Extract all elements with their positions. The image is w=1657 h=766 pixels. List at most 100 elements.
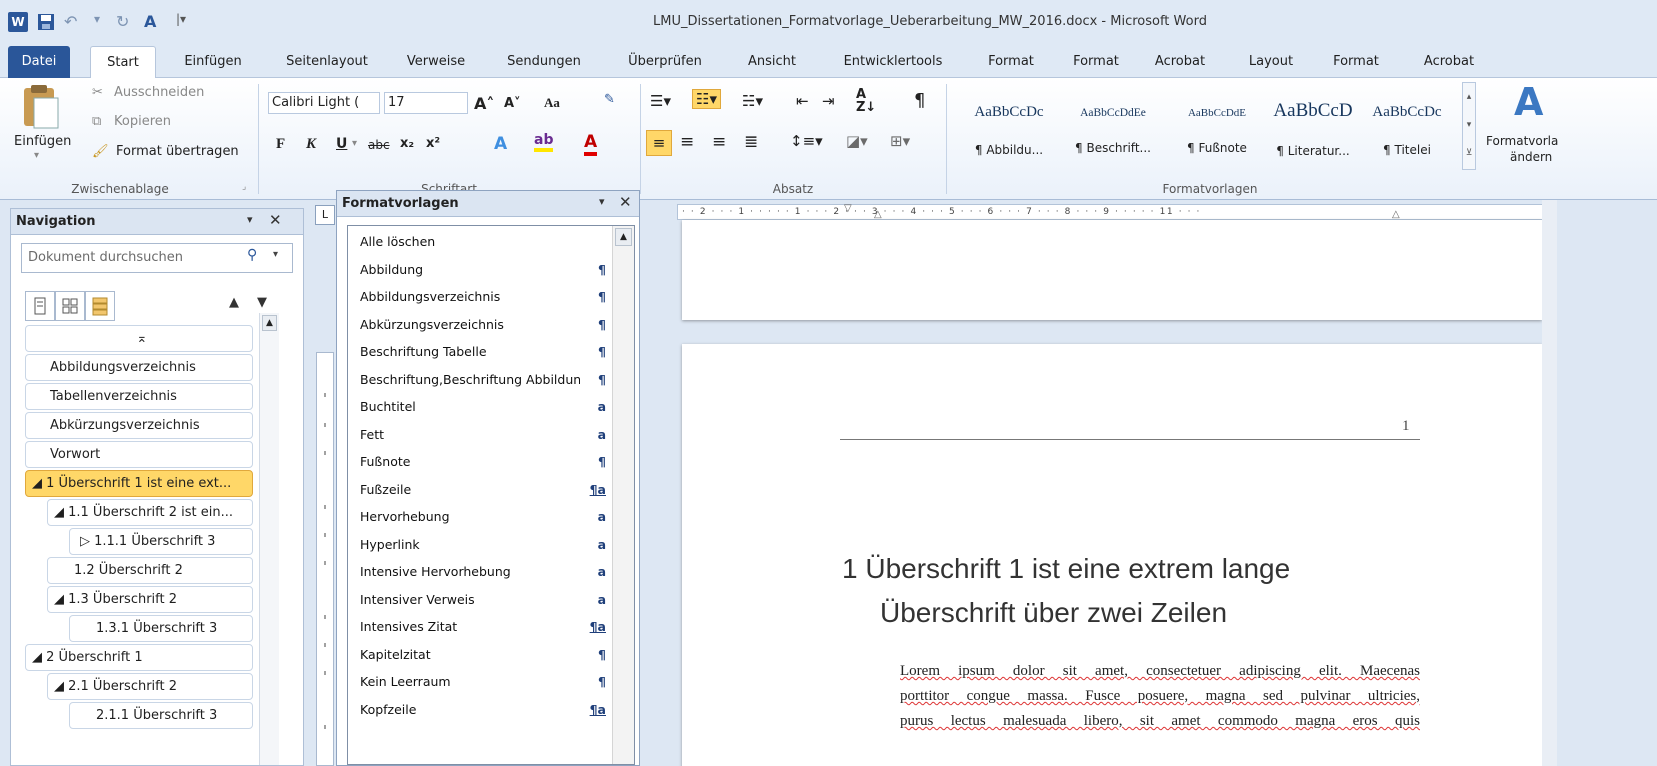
scroll-up-icon[interactable]: ▲ [262, 315, 277, 331]
numbering-icon[interactable]: ☷▾ [692, 89, 721, 109]
nav-scrollbar[interactable]: ▲ [259, 313, 279, 765]
text-effects-icon[interactable]: A [494, 134, 507, 154]
document-scrollbar[interactable] [1542, 200, 1557, 766]
undo-icon[interactable]: ↶ [64, 12, 84, 32]
pilcrow-button[interactable]: ¶ [914, 90, 925, 111]
style-list-item[interactable]: Fußnote ¶ [348, 448, 610, 475]
style-list-item[interactable]: Abbildungsverzeichnis ¶ [348, 283, 610, 310]
scroll-up-icon[interactable]: ▲ [615, 228, 632, 246]
highlight-icon[interactable]: ab [534, 132, 554, 152]
grow-font-icon[interactable]: A˄ [474, 94, 494, 113]
decrease-indent-icon[interactable]: ⇤ [796, 92, 809, 110]
chevron-down-icon[interactable]: ▾ [352, 138, 357, 149]
style-list-item[interactable]: Buchtitel a [348, 393, 610, 420]
clear-formatting-icon[interactable]: ✎ [604, 92, 615, 107]
style-list-item[interactable]: Hyperlink a [348, 531, 610, 558]
subscript-button[interactable]: x₂ [400, 136, 414, 151]
chevron-down-icon[interactable]: ▾ [273, 249, 278, 260]
paste-dropdown-icon[interactable]: ▾ [34, 150, 39, 161]
search-icon[interactable]: ⚲ [247, 247, 257, 263]
borders-icon[interactable]: ⊞▾ [890, 132, 910, 150]
body-paragraph[interactable]: Lorem ipsum dolor sit amet, consectetuer… [900, 659, 1420, 734]
style-gallery-item[interactable]: AaBbCcDdE ¶ Fußnote [1166, 90, 1268, 170]
change-styles-label[interactable]: Formatvorla [1486, 134, 1558, 148]
nav-item[interactable]: ▷ 1.1.1 Überschrift 3 [69, 528, 253, 555]
nav-item[interactable]: Abbildungsverzeichnis [25, 354, 253, 381]
style-list-item[interactable]: Fett a [348, 421, 610, 448]
nav-item[interactable]: 2.1.1 Überschrift 3 [69, 702, 253, 729]
tab-sendungen[interactable]: Sendungen [494, 46, 594, 78]
multilevel-list-icon[interactable]: ☵▾ [742, 92, 763, 110]
tab-format-3[interactable]: Format [1316, 46, 1396, 78]
nav-collapse-item[interactable]: ⌅ [25, 325, 253, 352]
style-list-item[interactable]: Abkürzungsverzeichnis ¶ [348, 311, 610, 338]
style-gallery-item[interactable]: AaBbCcDc ¶ Titelei [1356, 90, 1458, 170]
style-list-item[interactable]: Fußzeile ¶a [348, 476, 610, 503]
align-center-icon[interactable]: ≡ [680, 132, 694, 152]
pages-view-tab[interactable] [55, 291, 85, 321]
style-list-item[interactable]: Kapitelzitat ¶ [348, 641, 610, 668]
first-line-indent-icon[interactable]: ▽ [844, 203, 852, 214]
next-heading-icon[interactable]: ▼ [257, 295, 267, 310]
align-left-icon[interactable]: ≡ [646, 130, 672, 156]
paste-icon[interactable] [18, 84, 62, 132]
customize-toolbar-icon[interactable]: |▾ [176, 12, 196, 32]
style-gallery-item[interactable]: AaBbCcDc ¶ Abbildu... [958, 90, 1060, 170]
tab-datei[interactable]: Datei [8, 46, 70, 78]
style-list-item[interactable]: Intensives Zitat ¶a [348, 613, 610, 640]
nav-item[interactable]: Vorwort [25, 441, 253, 468]
text-effects-icon[interactable]: A [144, 12, 164, 32]
tab-acrobat-1[interactable]: Acrobat [1140, 46, 1220, 78]
tab-verweise[interactable]: Verweise [396, 46, 476, 78]
strikethrough-button[interactable]: abc [368, 138, 390, 152]
redo-icon[interactable]: ↻ [116, 12, 136, 32]
right-indent-icon[interactable]: △ [1392, 209, 1400, 220]
document-heading[interactable]: 1 Überschrift 1 ist eine extrem lange Üb… [842, 547, 1290, 635]
bullets-icon[interactable]: ☰▾ [650, 92, 671, 110]
nav-item[interactable]: ◢ 1.3 Überschrift 2 [47, 586, 253, 613]
sort-icon[interactable]: A Z↓ [856, 88, 876, 114]
shading-icon[interactable]: ◪▾ [846, 132, 868, 150]
justify-icon[interactable]: ≣ [744, 132, 758, 152]
format-painter-button[interactable]: Format übertragen [116, 144, 239, 159]
nav-item[interactable]: Tabellenverzeichnis [25, 383, 253, 410]
cut-icon[interactable]: ✂ [92, 85, 103, 100]
align-right-icon[interactable]: ≡ [712, 132, 726, 152]
cut-button[interactable]: Ausschneiden [114, 85, 204, 100]
font-size-input[interactable]: 17 [384, 92, 468, 114]
nav-item[interactable]: 1.2 Überschrift 2 [47, 557, 253, 584]
ruler-toggle[interactable]: L [315, 205, 335, 225]
italic-button[interactable]: K [306, 136, 316, 153]
tab-entwicklertools[interactable]: Entwicklertools [826, 46, 960, 78]
copy-button[interactable]: Kopieren [114, 114, 171, 129]
style-list-item[interactable]: Intensive Hervorhebung a [348, 558, 610, 585]
superscript-button[interactable]: x² [426, 136, 440, 151]
pane-menu-icon[interactable]: ▾ [599, 195, 605, 208]
shrink-font-icon[interactable]: A˅ [504, 96, 521, 111]
bold-button[interactable]: F [276, 136, 285, 153]
style-list-item[interactable]: Beschriftung,Beschriftung Abbildung ¶ [348, 366, 610, 393]
results-view-tab[interactable] [85, 291, 115, 321]
styles-scrollbar[interactable]: ▲ [612, 226, 634, 764]
style-list-item[interactable]: Alle löschen [348, 228, 610, 255]
nav-item[interactable]: Abkürzungsverzeichnis [25, 412, 253, 439]
font-name-input[interactable]: Calibri Light ( [268, 92, 380, 114]
style-list-item[interactable]: Abbildung ¶ [348, 256, 610, 283]
save-icon[interactable] [36, 12, 56, 32]
copy-icon[interactable]: ⧉ [92, 114, 101, 129]
underline-button[interactable]: U [336, 136, 347, 152]
style-gallery-item[interactable]: AaBbCcD ¶ Literatur... [1262, 90, 1364, 170]
nav-item[interactable]: ◢ 2 Überschrift 1 [25, 644, 253, 671]
tab-seitenlayout[interactable]: Seitenlayout [272, 46, 382, 78]
increase-indent-icon[interactable]: ⇥ [822, 92, 835, 110]
close-icon[interactable]: ✕ [269, 211, 282, 229]
dialog-launcher-icon[interactable]: ⌟ [242, 182, 246, 192]
pane-menu-icon[interactable]: ▾ [247, 213, 253, 226]
paste-button[interactable]: Einfügen [14, 134, 71, 149]
style-list-item[interactable]: Kein Leerraum ¶ [348, 668, 610, 695]
left-indent-icon[interactable]: △ [874, 209, 882, 220]
close-icon[interactable]: ✕ [619, 193, 632, 211]
change-case-button[interactable]: Aa [544, 95, 560, 111]
tab-layout[interactable]: Layout [1228, 46, 1314, 78]
change-styles-label[interactable]: ändern [1510, 150, 1552, 164]
